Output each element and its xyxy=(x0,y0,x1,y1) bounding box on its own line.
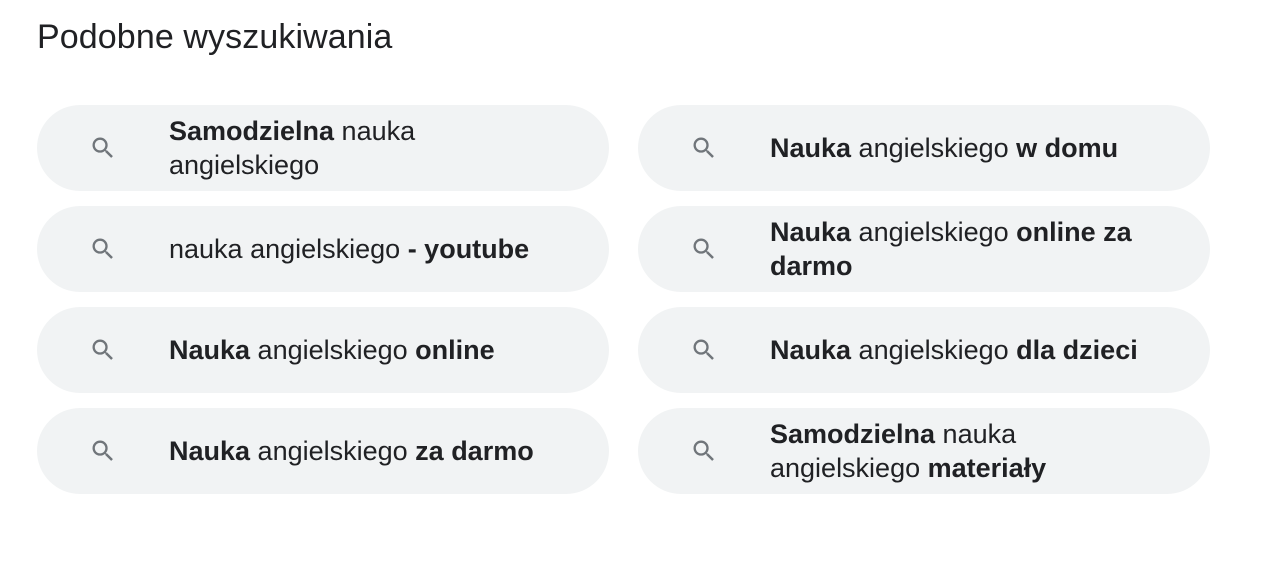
related-search-line: Samodzielna nauka xyxy=(169,114,415,148)
bold-text-segment: Nauka xyxy=(169,335,251,365)
text-segment: angielskiego xyxy=(851,217,1017,247)
related-search-text: Nauka angielskiego za darmo xyxy=(169,434,534,468)
search-icon xyxy=(89,437,117,465)
text-segment: angielskiego xyxy=(250,335,416,365)
related-search-line: nauka angielskiego - youtube xyxy=(169,232,529,266)
bold-text-segment: Samodzielna xyxy=(770,419,936,449)
search-icon xyxy=(690,134,718,162)
text-segment: nauka xyxy=(935,419,1017,449)
related-search-chip[interactable]: nauka angielskiego - youtube xyxy=(37,206,609,292)
bold-text-segment: Samodzielna xyxy=(169,116,335,146)
bold-text-segment: dla dzieci xyxy=(1016,335,1138,365)
related-searches-grid: Samodzielna nauka angielskiego Nauka angi… xyxy=(37,105,1210,494)
related-search-text: Nauka angielskiego online za darmo xyxy=(770,215,1132,283)
related-search-line: Nauka angielskiego w domu xyxy=(770,131,1118,165)
bold-text-segment: w domu xyxy=(1016,133,1119,163)
search-icon xyxy=(690,336,718,364)
bold-text-segment: Nauka xyxy=(770,335,852,365)
related-search-line: Samodzielna nauka xyxy=(770,417,1046,451)
search-icon xyxy=(690,437,718,465)
text-segment: angielskiego xyxy=(851,133,1017,163)
related-search-line: Nauka angielskiego za darmo xyxy=(169,434,534,468)
related-search-text: Samodzielna nauka angielskiego xyxy=(169,114,415,182)
related-search-line: angielskiego materiały xyxy=(770,451,1046,485)
bold-text-segment: materiały xyxy=(927,453,1047,483)
related-search-chip[interactable]: Nauka angielskiego za darmo xyxy=(37,408,609,494)
bold-text-segment: za darmo xyxy=(415,436,534,466)
related-search-chip[interactable]: Samodzielna nauka angielskiego materiały xyxy=(638,408,1210,494)
bold-text-segment: Nauka xyxy=(169,436,251,466)
related-search-chip[interactable]: Nauka angielskiego w domu xyxy=(638,105,1210,191)
related-search-line: Nauka angielskiego dla dzieci xyxy=(770,333,1138,367)
related-search-text: Nauka angielskiego w domu xyxy=(770,131,1118,165)
related-search-text: Nauka angielskiego dla dzieci xyxy=(770,333,1138,367)
text-segment: angielskiego xyxy=(250,436,416,466)
bold-text-segment: - youtube xyxy=(407,234,530,264)
bold-text-segment: Nauka xyxy=(770,217,852,247)
search-icon xyxy=(89,235,117,263)
text-segment: angielskiego xyxy=(851,335,1017,365)
text-segment: nauka xyxy=(334,116,416,146)
section-title: Podobne wyszukiwania xyxy=(37,18,393,56)
bold-text-segment: online za xyxy=(1016,217,1132,247)
related-search-text: Nauka angielskiego online xyxy=(169,333,495,367)
bold-text-segment: Nauka xyxy=(770,133,852,163)
related-search-line: Nauka angielskiego online xyxy=(169,333,495,367)
text-segment: nauka angielskiego xyxy=(169,234,408,264)
text-segment: angielskiego xyxy=(169,150,320,180)
related-search-chip[interactable]: Nauka angielskiego dla dzieci xyxy=(638,307,1210,393)
related-search-text: Samodzielna nauka angielskiego materiały xyxy=(770,417,1046,485)
related-search-line: darmo xyxy=(770,249,1132,283)
related-search-chip[interactable]: Samodzielna nauka angielskiego xyxy=(37,105,609,191)
search-icon xyxy=(690,235,718,263)
related-search-line: angielskiego xyxy=(169,148,415,182)
bold-text-segment: online xyxy=(415,335,495,365)
search-icon xyxy=(89,134,117,162)
related-search-chip[interactable]: Nauka angielskiego online za darmo xyxy=(638,206,1210,292)
bold-text-segment: darmo xyxy=(770,251,853,281)
search-icon xyxy=(89,336,117,364)
related-search-line: Nauka angielskiego online za xyxy=(770,215,1132,249)
related-search-text: nauka angielskiego - youtube xyxy=(169,232,529,266)
related-search-chip[interactable]: Nauka angielskiego online xyxy=(37,307,609,393)
text-segment: angielskiego xyxy=(770,453,928,483)
